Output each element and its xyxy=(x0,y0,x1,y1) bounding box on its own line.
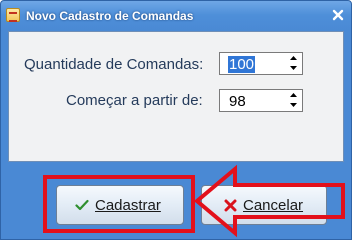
quantity-label: Quantidade de Comandas: xyxy=(24,56,204,73)
quantity-input[interactable]: 100 xyxy=(228,56,256,73)
start-down-button[interactable] xyxy=(286,100,301,110)
spin-up-icon xyxy=(290,93,297,97)
spin-down-icon xyxy=(290,103,297,107)
highlight-box xyxy=(43,175,195,233)
arrow-left-icon xyxy=(193,164,345,238)
spin-up-icon xyxy=(290,56,297,60)
start-up-button[interactable] xyxy=(286,90,301,100)
start-input[interactable]: 98 xyxy=(228,93,247,110)
close-icon xyxy=(332,9,343,20)
quantity-stepper[interactable]: 100 xyxy=(219,52,303,75)
quantity-down-button[interactable] xyxy=(286,63,301,73)
close-button[interactable] xyxy=(330,7,345,22)
start-label: Começar a partir de: xyxy=(66,92,203,109)
window-title: Novo Cadastro de Comandas xyxy=(26,9,194,23)
app-icon xyxy=(6,8,20,22)
spin-down-icon xyxy=(290,66,297,70)
title-bar[interactable]: Novo Cadastro de Comandas xyxy=(1,1,351,31)
start-stepper[interactable]: 98 xyxy=(219,89,303,112)
quantity-up-button[interactable] xyxy=(286,53,301,63)
